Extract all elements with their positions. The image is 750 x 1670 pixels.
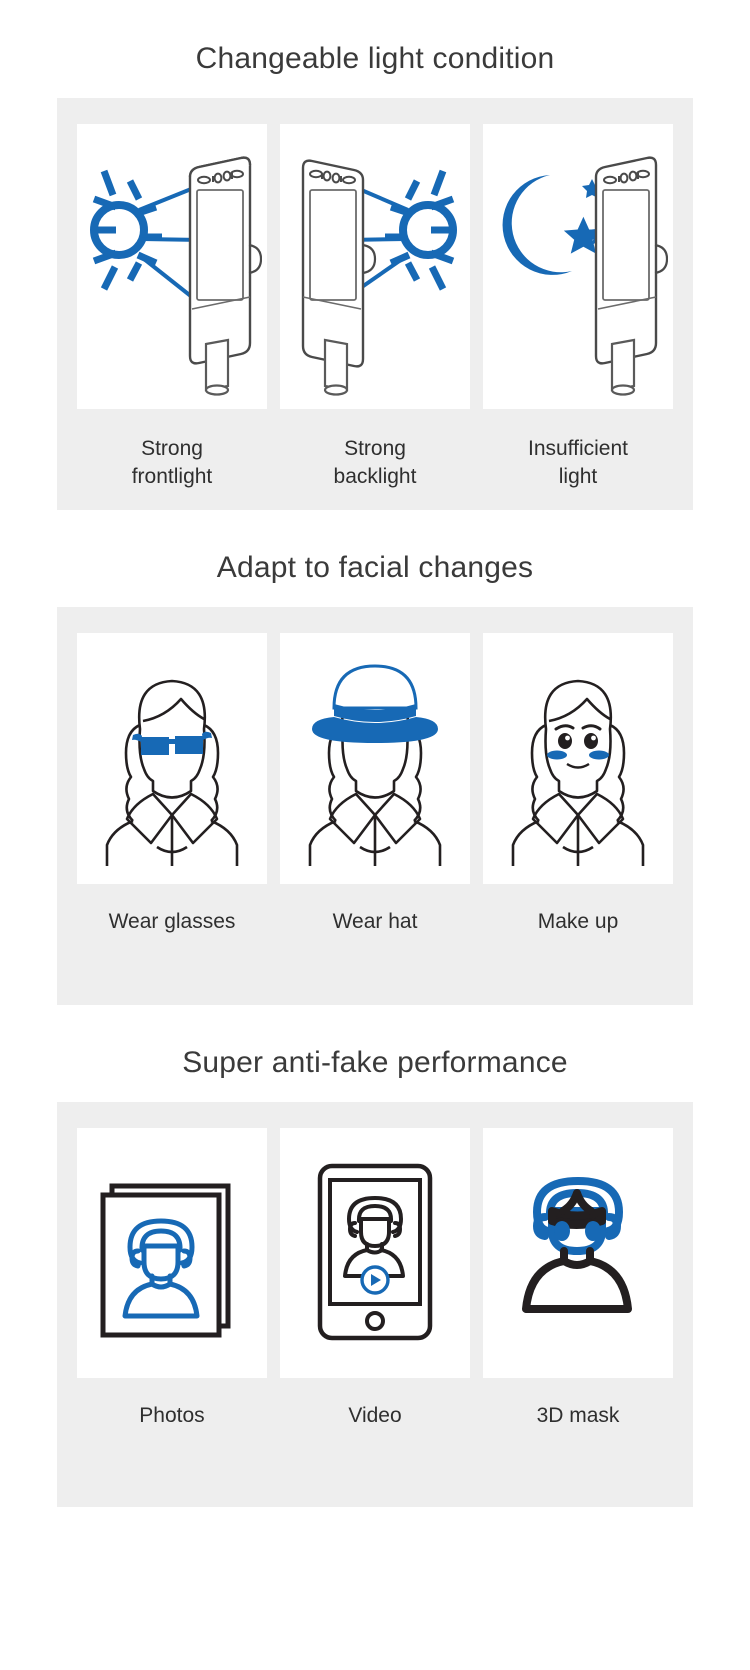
card-row [77, 1128, 673, 1378]
sun-right-terminal-icon [285, 137, 465, 397]
caption-wear-hat: Wear hat [332, 910, 418, 933]
card-insufficient-light[interactable] [483, 124, 673, 409]
woman-sunglasses-icon [85, 651, 260, 866]
card-make-up[interactable] [483, 633, 673, 884]
caption-row: Strong frontlight Strong backlight Insuf… [77, 435, 673, 490]
caption-strong-backlight: Strong backlight [333, 437, 417, 488]
woman-hat-icon [288, 651, 463, 866]
tablet-video-icon [308, 1156, 443, 1351]
caption-row: Photos Video 3D mask [77, 1402, 673, 1430]
caption-video: Video [348, 1404, 402, 1427]
card-video[interactable] [280, 1128, 470, 1378]
panel-light-condition: Strong frontlight Strong backlight Insuf… [57, 98, 693, 510]
caption-insufficient-light: Insufficient light [527, 437, 628, 488]
card-wear-glasses[interactable] [77, 633, 267, 884]
card-3d-mask[interactable] [483, 1128, 673, 1378]
moon-stars-terminal-icon [488, 137, 668, 397]
card-strong-backlight[interactable] [280, 124, 470, 409]
page-title: Changeable light condition [195, 42, 555, 75]
section-light-condition: Changeable light condition Strong frontl… [0, 0, 750, 510]
card-row [77, 124, 673, 409]
caption-strong-frontlight: Strong frontlight [131, 437, 213, 488]
caption-photos: Photos [139, 1404, 205, 1427]
caption-make-up: Make up [537, 910, 619, 933]
card-photos[interactable] [77, 1128, 267, 1378]
panel-facial-changes: Wear glasses Wear hat Make up [57, 607, 693, 1005]
section-facial-changes: Adapt to facial changes Wear glasses Wea… [0, 510, 750, 1005]
stacked-photos-icon [90, 1158, 255, 1348]
caption-row: Wear glasses Wear hat Make up [77, 908, 673, 936]
card-row [77, 633, 673, 884]
three-d-mask-icon [496, 1161, 661, 1346]
panel-anti-fake: Photos Video 3D mask [57, 1102, 693, 1507]
section-anti-fake: Super anti-fake performance Photos Video… [0, 1005, 750, 1507]
section-title-anti-fake: Super anti-fake performance [182, 1046, 568, 1079]
caption-3d-mask: 3D mask [536, 1404, 620, 1427]
section-title-facial-changes: Adapt to facial changes [216, 551, 534, 584]
sun-left-terminal-icon [82, 137, 262, 397]
feature-infographic-page: Changeable light condition Strong frontl… [0, 0, 750, 1670]
card-strong-frontlight[interactable] [77, 124, 267, 409]
woman-makeup-icon [491, 651, 666, 866]
card-wear-hat[interactable] [280, 633, 470, 884]
caption-wear-glasses: Wear glasses [108, 910, 236, 933]
